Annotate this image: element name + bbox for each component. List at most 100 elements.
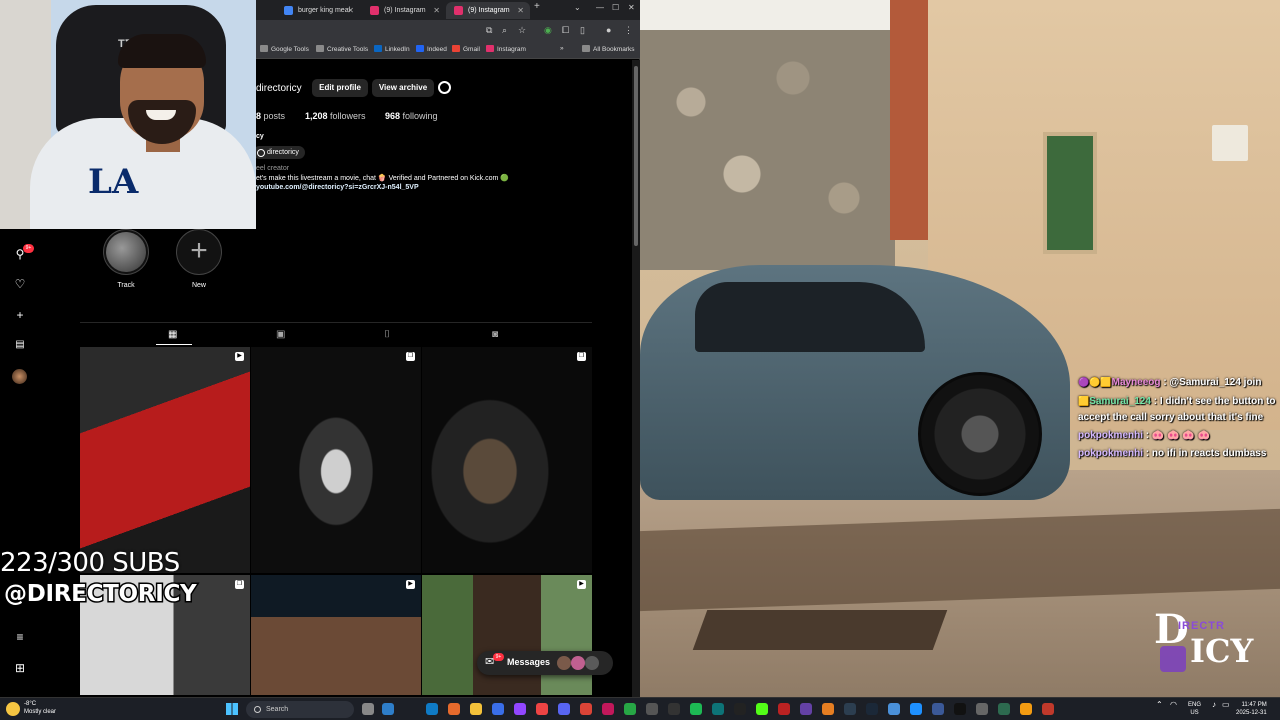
settings-gear-icon[interactable] [438, 81, 451, 94]
kick-icon[interactable] [756, 703, 768, 715]
steam-icon[interactable] [866, 703, 878, 715]
tab-search-icon[interactable]: ⌄ [574, 3, 581, 12]
bookmark-google-tools[interactable]: Google Tools [260, 45, 309, 53]
tab-instagram-1[interactable]: (9) Instagram ✕ [362, 2, 446, 19]
close-window-icon[interactable]: ✕ [628, 3, 635, 12]
followers-label: followers [330, 111, 366, 121]
app-icon[interactable] [624, 703, 636, 715]
avatar[interactable] [12, 369, 27, 384]
bookmark-indeed[interactable]: Indeed [416, 45, 447, 53]
new-tab-button[interactable]: + [534, 1, 540, 12]
app-icon[interactable] [998, 703, 1010, 715]
notifications-heart-icon[interactable]: ♡ [12, 277, 28, 291]
taskbar-search[interactable]: Search [246, 701, 354, 718]
post-thumbnail[interactable]: ❐ [422, 347, 592, 573]
app-icon[interactable] [382, 703, 394, 715]
all-bookmarks[interactable]: All Bookmarks [582, 45, 635, 53]
volume-icon[interactable]: ♪ [1212, 701, 1216, 709]
app-icon[interactable] [668, 703, 680, 715]
star-icon[interactable]: ☆ [518, 25, 526, 36]
app-icon[interactable] [1020, 703, 1032, 715]
tab-burger-king[interactable]: burger king meal ✕ [276, 2, 360, 19]
sidebar-icon[interactable]: ▯ [580, 25, 585, 36]
bookmark-gmail[interactable]: Gmail [452, 45, 480, 53]
extension-icon[interactable]: ◉ [544, 25, 552, 36]
app-icon[interactable] [536, 703, 548, 715]
spotify-icon[interactable] [690, 703, 702, 715]
task-view-icon[interactable] [362, 703, 374, 715]
maximize-icon[interactable]: ☐ [612, 3, 619, 12]
tagged-icon[interactable]: ◙ [492, 329, 498, 340]
more-bookmarks-icon[interactable]: » [560, 45, 564, 52]
reels-icon[interactable]: ▣ [276, 329, 285, 340]
posts-grid-icon[interactable]: ▦ [168, 329, 177, 340]
menu-icon[interactable]: ⋮ [624, 25, 633, 36]
bookmark-instagram[interactable]: Instagram [486, 45, 526, 53]
post-thumbnail[interactable]: ▶ [251, 575, 421, 695]
clock[interactable]: 11:47 PM 2025-12-31 [1236, 701, 1267, 717]
followers-count[interactable]: 1,208 followers [305, 111, 366, 121]
profile-link[interactable]: youtube.com/@directoricy?si=zGrcrXJ-n54l… [256, 184, 419, 191]
zoom-icon[interactable]: ⌕ [502, 25, 507, 36]
following-count[interactable]: 968 following [385, 111, 438, 121]
post-thumbnail[interactable]: ▶ [80, 347, 250, 573]
folder-icon [316, 45, 324, 52]
create-icon[interactable]: + [12, 308, 28, 322]
hair [118, 34, 206, 68]
app-icon[interactable] [844, 703, 856, 715]
install-icon[interactable]: ⧉ [486, 25, 492, 36]
app-icon[interactable] [712, 703, 724, 715]
threads-badge[interactable]: directoricy [253, 146, 305, 159]
app-icon[interactable] [800, 703, 812, 715]
firefox-icon[interactable] [448, 703, 460, 715]
edge-icon[interactable] [426, 703, 438, 715]
bookmark-linkedin[interactable]: LinkedIn [374, 45, 410, 53]
close-icon[interactable]: ✕ [433, 2, 440, 19]
app-icon[interactable] [888, 703, 900, 715]
bookmark-label: Indeed [427, 46, 447, 53]
battery-icon[interactable]: ▭ [1222, 701, 1230, 709]
app-icon[interactable] [822, 703, 834, 715]
language-indicator[interactable]: ENG US [1188, 701, 1201, 717]
app-icon[interactable] [492, 703, 504, 715]
tray-chevron-icon[interactable]: ⌃ [1156, 701, 1163, 709]
chrome-icon[interactable] [580, 703, 592, 715]
app-icon[interactable] [910, 703, 922, 715]
app-icon[interactable] [1042, 703, 1054, 715]
twitch-icon[interactable] [514, 703, 526, 715]
post-thumbnail[interactable]: ▶ [422, 575, 592, 695]
also-from-meta-icon[interactable]: ⊞ [12, 661, 28, 675]
close-icon[interactable]: ✕ [347, 2, 354, 19]
app-icon[interactable] [602, 703, 614, 715]
view-archive-button[interactable]: View archive [372, 79, 434, 97]
app-icon[interactable] [734, 703, 746, 715]
wifi-icon[interactable]: ◠ [1170, 701, 1177, 709]
x-icon[interactable] [954, 703, 966, 715]
reel-icon: ▶ [406, 580, 415, 589]
following-number: 968 [385, 111, 401, 121]
app-icon[interactable] [778, 703, 790, 715]
posts-count[interactable]: 8 posts [256, 111, 285, 121]
close-icon[interactable]: ✕ [517, 2, 524, 19]
profile-icon[interactable]: ● [606, 25, 611, 35]
saved-icon[interactable]: ⌷ [384, 329, 390, 340]
app-icon[interactable] [976, 703, 988, 715]
scrollbar-thumb[interactable] [634, 66, 638, 246]
bookmark-label: Creative Tools [327, 46, 369, 53]
minimize-icon[interactable]: — [596, 3, 604, 12]
app-icon[interactable] [646, 703, 658, 715]
post-thumbnail[interactable]: ❐ [251, 347, 421, 573]
puzzle-icon[interactable]: ⧠ [562, 25, 569, 36]
file-explorer-icon[interactable] [470, 703, 482, 715]
app-icon[interactable] [932, 703, 944, 715]
edit-profile-button[interactable]: Edit profile [312, 79, 368, 97]
more-menu-icon[interactable]: ≡ [12, 630, 28, 644]
bookmark-creative-tools[interactable]: Creative Tools [316, 45, 368, 53]
discord-icon[interactable] [558, 703, 570, 715]
dashboard-icon[interactable]: ▤ [12, 339, 28, 350]
tab-instagram-2[interactable]: (9) Instagram ✕ [446, 2, 530, 19]
bookmark-label: Gmail [463, 46, 480, 53]
windows-start-icon[interactable] [226, 703, 238, 715]
messages-button[interactable]: ✉ 9+ Messages [477, 651, 613, 675]
highlight-label: New [191, 282, 206, 289]
